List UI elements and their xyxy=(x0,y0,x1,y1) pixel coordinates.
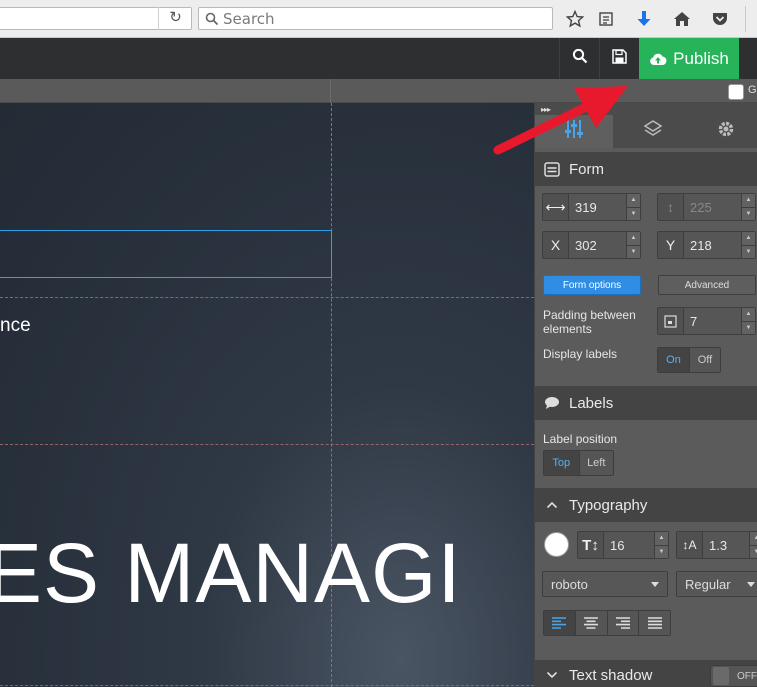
pocket-icon[interactable] xyxy=(708,7,732,31)
text-shadow-toggle-label: OFF xyxy=(737,670,757,682)
font-size-field[interactable]: T↕ 16 ▲ ▼ xyxy=(577,531,669,559)
typography-section-header[interactable]: Typography xyxy=(535,488,757,522)
chevron-down-icon xyxy=(543,666,561,684)
download-icon[interactable] xyxy=(632,7,656,31)
publish-label: Publish xyxy=(673,48,729,68)
speech-bubble-icon xyxy=(543,394,561,412)
font-family-select[interactable]: roboto xyxy=(542,571,668,597)
width-arrows-icon: ⟷ xyxy=(543,194,569,220)
form-section-title: Form xyxy=(569,160,604,178)
page-canvas[interactable]: nce ES MANAGI xyxy=(0,103,534,687)
padding-label: Padding between elements xyxy=(543,308,636,336)
label-position-top[interactable]: Top xyxy=(544,451,579,475)
line-height-stepper[interactable]: ▲▼ xyxy=(749,532,757,558)
width-field[interactable]: ⟷ 319 ▲ ▼ xyxy=(542,193,641,221)
text-shadow-section-title: Text shadow xyxy=(569,666,653,684)
properties-panel: ▸▸▸ Form ⟷ 319 ▲ ▼ ↕ 225 ▲ ▼ X 302 ▲ ▼ Y… xyxy=(534,103,757,687)
line-height-field[interactable]: ↕A 1.3 ▲▼ xyxy=(676,531,757,559)
horizontal-guide xyxy=(0,297,534,298)
editor-top-bar: Publish xyxy=(0,38,757,79)
reading-list-icon[interactable] xyxy=(594,7,618,31)
advanced-button[interactable]: Advanced xyxy=(658,275,756,295)
text-color-swatch[interactable] xyxy=(544,532,569,557)
red-arrow-annotation xyxy=(493,86,628,155)
y-value: 218 xyxy=(684,232,741,258)
toolbar-divider xyxy=(745,6,746,32)
horizontal-guide xyxy=(0,444,534,445)
chevron-down-icon xyxy=(651,582,659,587)
search-input[interactable]: Search xyxy=(198,7,553,30)
home-icon[interactable] xyxy=(670,7,694,31)
selected-form-field[interactable] xyxy=(0,230,332,278)
chevron-up-icon xyxy=(543,496,561,514)
font-size-stepper[interactable]: ▲ ▼ xyxy=(654,532,668,558)
search-icon xyxy=(572,48,588,69)
text-shadow-toggle[interactable]: OFF xyxy=(710,665,757,687)
align-justify-icon[interactable] xyxy=(638,611,670,635)
layers-icon xyxy=(643,119,663,144)
publish-button[interactable]: Publish xyxy=(639,38,739,79)
padding-field[interactable]: 7 ▲ ▼ xyxy=(657,307,756,335)
labels-section-title: Labels xyxy=(569,394,614,412)
x-value: 302 xyxy=(569,232,626,258)
typography-section-title: Typography xyxy=(569,496,648,514)
x-label: X xyxy=(543,232,569,258)
gear-icon xyxy=(716,119,736,144)
line-height-value: 1.3 xyxy=(703,532,749,558)
x-field[interactable]: X 302 ▲ ▼ xyxy=(542,231,641,259)
tab-settings[interactable] xyxy=(693,115,757,148)
font-family-value: roboto xyxy=(551,576,588,592)
grid-label: G xyxy=(748,84,757,96)
font-size-value: 16 xyxy=(604,532,654,558)
width-stepper[interactable]: ▲ ▼ xyxy=(626,194,640,220)
y-label: Y xyxy=(658,232,684,258)
display-labels-off[interactable]: Off xyxy=(688,348,720,372)
align-center-icon[interactable] xyxy=(574,611,607,635)
bookmark-star-icon[interactable] xyxy=(563,7,587,31)
floppy-disk-icon xyxy=(612,48,627,69)
reload-icon: ↻ xyxy=(169,9,182,26)
padding-icon xyxy=(658,308,684,334)
height-value: 225 xyxy=(684,194,741,220)
label-position-label: Label position xyxy=(543,432,618,446)
line-height-icon: ↕A xyxy=(677,532,703,558)
label-position-toggle[interactable]: Top Left xyxy=(543,450,614,476)
height-field[interactable]: ↕ 225 ▲ ▼ xyxy=(657,193,756,221)
font-size-icon: T↕ xyxy=(578,532,604,558)
align-left-icon[interactable] xyxy=(544,611,575,635)
height-stepper[interactable]: ▲ ▼ xyxy=(741,194,755,220)
canvas-text[interactable]: nce xyxy=(0,315,31,337)
grid-checkbox[interactable] xyxy=(728,84,744,100)
display-labels-on[interactable]: On xyxy=(658,348,689,372)
padding-value: 7 xyxy=(684,308,741,334)
ruler-tick xyxy=(330,79,331,103)
chevron-down-icon xyxy=(747,582,755,587)
y-field[interactable]: Y 218 ▲ ▼ xyxy=(657,231,756,259)
y-stepper[interactable]: ▲ ▼ xyxy=(741,232,755,258)
font-weight-select[interactable]: Regular xyxy=(676,571,757,597)
labels-section-header[interactable]: Labels xyxy=(535,386,757,420)
toggle-knob xyxy=(713,667,729,685)
width-value: 319 xyxy=(569,194,626,220)
form-icon xyxy=(543,160,561,178)
search-icon xyxy=(203,10,221,28)
search-placeholder: Search xyxy=(223,9,275,28)
ruler-bar: G xyxy=(0,79,757,103)
canvas-headline[interactable]: ES MANAGI xyxy=(0,525,462,622)
align-right-icon[interactable] xyxy=(606,611,639,635)
display-labels-label: Display labels xyxy=(543,347,618,361)
browser-toolbar: ↻ Search xyxy=(0,0,757,38)
font-weight-value: Regular xyxy=(685,576,731,592)
form-options-button[interactable]: Form options xyxy=(543,275,641,295)
cloud-upload-icon xyxy=(649,52,667,66)
height-arrows-icon: ↕ xyxy=(658,194,684,220)
padding-stepper[interactable]: ▲ ▼ xyxy=(741,308,755,334)
horizontal-guide xyxy=(0,685,534,686)
label-position-left[interactable]: Left xyxy=(578,451,613,475)
display-labels-toggle[interactable]: On Off xyxy=(657,347,721,373)
reload-button[interactable]: ↻ xyxy=(158,7,192,30)
text-align-group[interactable] xyxy=(543,610,671,636)
x-stepper[interactable]: ▲ ▼ xyxy=(626,232,640,258)
